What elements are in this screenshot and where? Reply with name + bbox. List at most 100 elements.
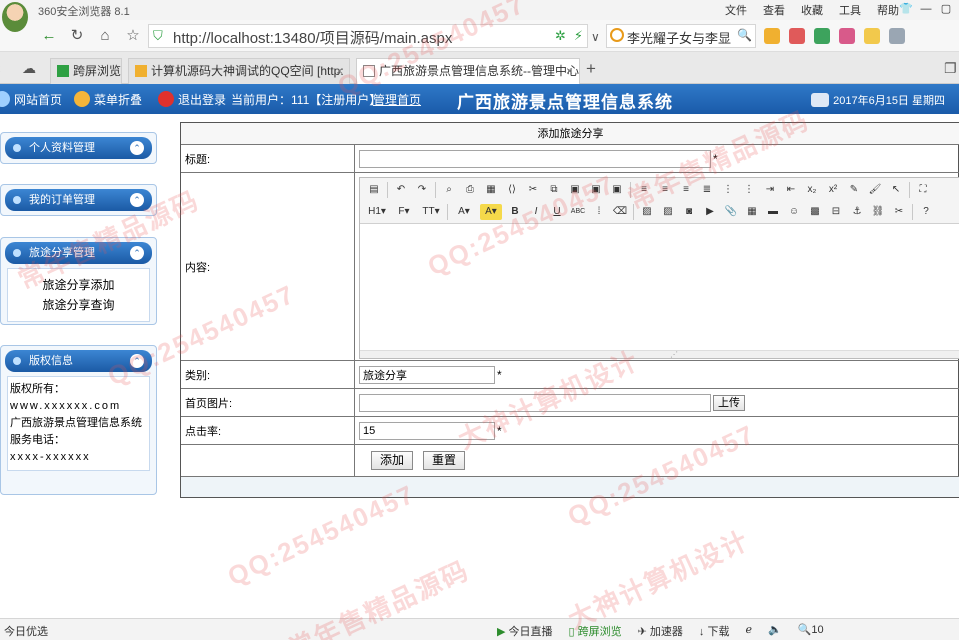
paste-icon[interactable]: ▣ — [567, 182, 583, 198]
underline-icon[interactable]: U — [549, 204, 565, 220]
url-input[interactable]: ⛉ http://localhost:13480/项目源码/main.aspx … — [148, 24, 588, 48]
line-height-icon[interactable]: ⁞ — [591, 204, 607, 220]
font-color-icon[interactable]: A▾ — [453, 204, 475, 220]
menu-collapse-link[interactable]: 菜单折叠 — [74, 91, 142, 108]
collapse-icon[interactable]: ⌃ — [130, 193, 144, 207]
select-all-icon[interactable]: ↖ — [888, 182, 904, 198]
unordered-list-icon[interactable]: ⋮ — [741, 182, 757, 198]
trip-share-add-link[interactable]: 旅途分享添加 — [8, 275, 149, 295]
upload-button[interactable]: 上传 — [713, 394, 745, 411]
today-picks[interactable]: 今日优选 — [4, 623, 48, 639]
anchor-icon[interactable]: ⚓ — [849, 204, 865, 220]
undo-icon[interactable]: ↶ — [393, 182, 409, 198]
title-input[interactable] — [359, 149, 711, 168]
minimize-icon[interactable]: — — [917, 1, 935, 17]
mail-icon[interactable] — [789, 28, 805, 44]
tab-cross-screen[interactable]: 跨屏浏览 — [50, 58, 122, 84]
tab-qq-space[interactable]: 计算机源码大神调试的QQ空间 [http: × — [128, 58, 350, 84]
star-icon[interactable]: ☆ — [122, 25, 144, 47]
collapse-icon[interactable]: ⌃ — [130, 141, 144, 155]
camera-icon[interactable] — [889, 28, 905, 44]
indent-icon[interactable]: ⇥ — [762, 182, 778, 198]
home-icon[interactable]: ⌂ — [94, 25, 116, 47]
unlink-icon[interactable]: ✂ — [891, 204, 907, 220]
chevron-down-icon[interactable]: ∨ — [591, 30, 600, 44]
heading-icon[interactable]: H1▾ — [366, 204, 388, 220]
grid-icon[interactable] — [764, 28, 780, 44]
pagebreak-icon[interactable]: ⊟ — [828, 204, 844, 220]
collapse-icon[interactable]: ⌃ — [130, 246, 144, 260]
font-size-icon[interactable]: TT▾ — [420, 204, 442, 220]
link-icon[interactable]: ⛓ — [870, 204, 886, 220]
align-left-icon[interactable]: ≡ — [636, 182, 652, 198]
download-link[interactable]: ↓ 下载 — [699, 623, 730, 639]
editor-content-area[interactable] — [360, 224, 959, 352]
panel-header[interactable]: 个人资料管理 ⌃ — [5, 137, 152, 159]
game-icon[interactable] — [864, 28, 880, 44]
refresh-icon[interactable]: ↻ — [66, 25, 88, 47]
collapse-icon[interactable]: ⌃ — [130, 354, 144, 368]
fullscreen-icon[interactable]: ⛶ — [915, 182, 931, 198]
attachment-icon[interactable]: 📎 — [723, 204, 739, 220]
panel-header[interactable]: 旅途分享管理 ⌃ — [5, 242, 152, 264]
preview-icon[interactable]: ⌕ — [441, 182, 457, 198]
subscript-icon[interactable]: x₂ — [804, 182, 820, 198]
menu-favorites[interactable]: 收藏 — [801, 2, 823, 18]
superscript-icon[interactable]: x² — [825, 182, 841, 198]
outdent-icon[interactable]: ⇤ — [783, 182, 799, 198]
category-input[interactable] — [359, 365, 495, 384]
font-family-icon[interactable]: F▾ — [393, 204, 415, 220]
strikethrough-icon[interactable]: ABC — [570, 204, 586, 220]
print-icon[interactable]: ⎙ — [462, 182, 478, 198]
paste-text-icon[interactable]: ▣ — [588, 182, 604, 198]
search-icon[interactable]: 🔍 — [737, 28, 752, 42]
paste-word-icon[interactable]: ▣ — [609, 182, 625, 198]
eraser-icon[interactable]: ⌫ — [612, 204, 628, 220]
panel-header[interactable]: 版权信息 ⌃ — [5, 350, 152, 372]
new-tab-icon[interactable]: + — [586, 59, 596, 79]
resize-grip-icon[interactable]: ⋰ — [670, 350, 678, 359]
live-link[interactable]: ▶ 今日直播 — [497, 623, 553, 639]
copy-icon[interactable]: ⧉ — [546, 182, 562, 198]
template-icon[interactable]: ▦ — [483, 182, 499, 198]
clicks-input[interactable] — [359, 421, 495, 440]
close-icon[interactable]: × — [336, 59, 343, 83]
menu-help[interactable]: 帮助 — [877, 2, 899, 18]
lightning-icon[interactable]: ⚡ — [574, 28, 583, 44]
menu-view[interactable]: 查看 — [763, 2, 785, 18]
italic-icon[interactable]: I — [528, 204, 544, 220]
flash-icon[interactable]: ◙ — [681, 204, 697, 220]
user-avatar-icon[interactable] — [2, 2, 28, 32]
tab-cloud-icon[interactable]: ☁ — [22, 60, 36, 77]
cross-screen-link[interactable]: ▯ 跨屏浏览 — [569, 623, 622, 639]
translate-icon[interactable] — [839, 28, 855, 44]
shop-icon[interactable] — [814, 28, 830, 44]
hr-icon[interactable]: ▬ — [765, 204, 781, 220]
help-icon[interactable]: ? — [918, 204, 934, 220]
search-input[interactable]: 李光耀子女与李显 🔍 — [606, 24, 756, 48]
cloud-icon[interactable]: ✲ — [555, 28, 566, 44]
speedup-link[interactable]: ✈ 加速器 — [638, 623, 683, 639]
site-home-link[interactable]: 网站首页 — [0, 91, 62, 108]
window-restore-icon[interactable]: ❐ — [944, 60, 957, 77]
map-icon[interactable]: ▩ — [807, 204, 823, 220]
tab-admin-center[interactable]: 广西旅游景点管理信息系统--管理中心 × — [356, 58, 580, 84]
zoom-search-icon[interactable]: 🔍10 — [798, 623, 824, 639]
code-icon[interactable]: ⟨⟩ — [504, 182, 520, 198]
admin-home-link[interactable]: 管理首页 — [373, 91, 421, 108]
maximize-icon[interactable]: ▢ — [937, 1, 955, 17]
emoticon-icon[interactable]: ☺ — [786, 204, 802, 220]
trip-share-query-link[interactable]: 旅途分享查询 — [8, 295, 149, 315]
clear-format-icon[interactable]: ✎ — [846, 182, 862, 198]
media-icon[interactable]: ▶ — [702, 204, 718, 220]
menu-tools[interactable]: 工具 — [839, 2, 861, 18]
source-icon[interactable]: ▤ — [366, 182, 382, 198]
logout-link[interactable]: 退出登录 — [158, 91, 226, 108]
sound-icon[interactable]: 🔈 — [768, 623, 782, 639]
close-icon[interactable]: × — [566, 59, 573, 83]
cut-icon[interactable]: ✂ — [525, 182, 541, 198]
back-icon[interactable]: ← — [38, 25, 60, 47]
image-path-input[interactable] — [359, 393, 711, 412]
align-right-icon[interactable]: ≡ — [678, 182, 694, 198]
table-icon[interactable]: ▦ — [744, 204, 760, 220]
